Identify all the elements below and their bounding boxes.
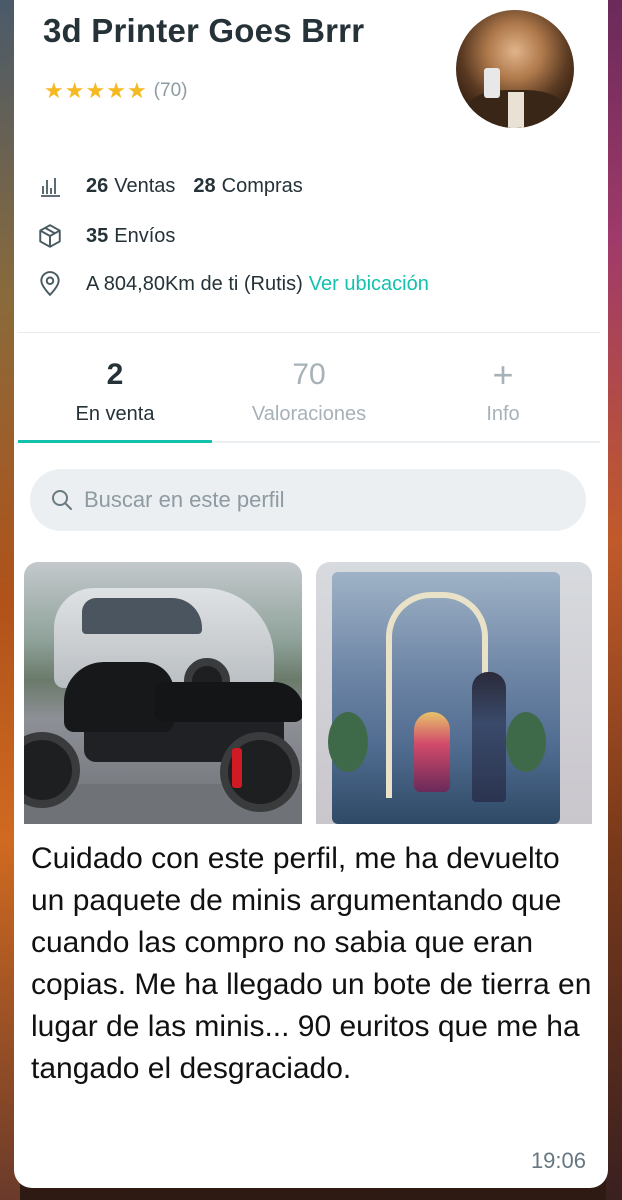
tab-count: 70: [292, 358, 326, 391]
tab-info[interactable]: + Info: [406, 345, 600, 426]
purchases-count: 28: [193, 174, 216, 197]
location-text: A 804,80Km de ti (Rutis): [86, 272, 303, 295]
profile-tabs: 2 En venta 70 Valoraciones + Info: [18, 345, 600, 445]
location-pin-icon: [36, 270, 64, 298]
product-thumbnail-motorcycle[interactable]: [24, 562, 302, 824]
star-icon: ★: [106, 78, 126, 103]
tab-label: Valoraciones: [251, 403, 367, 425]
shipments-count: 35: [86, 224, 109, 247]
section-divider: [18, 332, 600, 333]
view-location-link[interactable]: Ver ubicación: [309, 273, 429, 296]
profile-search[interactable]: [30, 469, 586, 531]
profile-rating[interactable]: ★ ★ ★ ★ ★ (70): [44, 80, 187, 102]
rating-stars: ★ ★ ★ ★ ★: [44, 80, 148, 102]
profile-avatar[interactable]: [456, 10, 574, 128]
profile-name: 3d Printer Goes Brrr: [43, 12, 365, 49]
star-icon: ★: [64, 78, 85, 103]
tab-count: 2: [106, 358, 124, 391]
search-input[interactable]: [82, 486, 546, 514]
message-time: 19:06: [530, 1148, 586, 1173]
bar-chart-icon: [36, 172, 64, 200]
box-icon: [36, 222, 64, 250]
shipments-label: Envíos: [114, 224, 176, 247]
stats-location: A 804,80Km de ti (Rutis) Ver ubicación: [36, 270, 429, 298]
search-icon: [50, 488, 74, 512]
star-icon: ★: [85, 78, 106, 103]
tab-en-venta[interactable]: 2 En venta: [18, 345, 212, 426]
star-icon: ★: [126, 78, 147, 103]
tab-label: Info: [486, 403, 520, 425]
sales-label: Ventas: [114, 174, 176, 197]
rating-count: (70): [153, 80, 188, 101]
stats-shipments: 35 Envíos: [36, 222, 175, 250]
star-icon: ★: [44, 78, 64, 103]
product-thumbnail-art-card[interactable]: [316, 562, 592, 824]
chat-message-bubble: 3d Printer Goes Brrr ★ ★ ★ ★ ★ (70) 26 V…: [14, 0, 608, 1188]
purchases-label: Compras: [221, 174, 303, 197]
active-tab-indicator: [18, 440, 212, 443]
tab-label: En venta: [75, 403, 155, 425]
message-text: Cuidado con este perfil, me ha devuelto …: [31, 842, 592, 1085]
wallpaper-right: [606, 0, 622, 1200]
plus-icon: +: [492, 354, 514, 395]
stats-sales-purchases: 26 Ventas 28 Compras: [36, 172, 303, 200]
tab-valoraciones[interactable]: 70 Valoraciones: [212, 345, 406, 426]
sales-count: 26: [86, 174, 109, 197]
